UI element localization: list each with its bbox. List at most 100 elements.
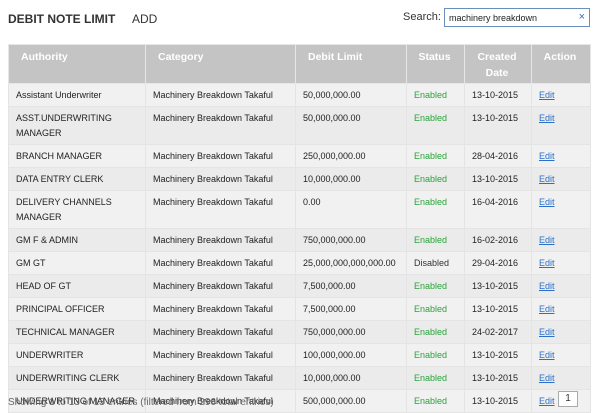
created-date-cell: 13-10-2015: [464, 167, 532, 191]
action-cell: Edit: [531, 274, 591, 298]
category-cell: Machinery Breakdown Takaful: [145, 144, 296, 168]
edit-link[interactable]: Edit: [539, 373, 555, 383]
debit-limit-cell: 7,500,000.00: [295, 274, 407, 298]
column-header-debit-limit[interactable]: Debit Limit: [295, 44, 407, 84]
created-date-cell: 16-02-2016: [464, 228, 532, 252]
created-date-cell: 13-10-2015: [464, 274, 532, 298]
status-cell: Enabled: [406, 106, 465, 145]
created-date-cell: 13-10-2015: [464, 106, 532, 145]
add-button[interactable]: ADD: [132, 12, 157, 26]
authority-cell: UNDERWRITER: [8, 343, 146, 367]
status-cell: Enabled: [406, 167, 465, 191]
table-header-row: Authority Category Debit Limit Status Cr…: [8, 44, 591, 84]
edit-link[interactable]: Edit: [539, 151, 555, 161]
created-date-cell: 29-04-2016: [464, 251, 532, 275]
authority-cell: DELIVERY CHANNELS MANAGER: [8, 190, 146, 229]
category-cell: Machinery Breakdown Takaful: [145, 167, 296, 191]
created-date-cell: 28-04-2016: [464, 144, 532, 168]
action-cell: Edit: [531, 297, 591, 321]
created-date-cell: 13-10-2015: [464, 83, 532, 107]
page-button-1[interactable]: 1: [558, 391, 578, 407]
table-row: DATA ENTRY CLERK Machinery Breakdown Taka…: [8, 167, 591, 191]
category-cell: Machinery Breakdown Takaful: [145, 366, 296, 390]
column-header-status[interactable]: Status: [406, 44, 465, 84]
authority-cell: DATA ENTRY CLERK: [8, 167, 146, 191]
category-cell: Machinery Breakdown Takaful: [145, 251, 296, 275]
edit-link[interactable]: Edit: [539, 327, 555, 337]
debit-limit-cell: 500,000,000.00: [295, 389, 407, 413]
status-cell: Enabled: [406, 190, 465, 229]
table-row: UNDERWRITING CLERK Machinery Breakdown Ta…: [8, 366, 591, 390]
column-header-category[interactable]: Category: [145, 44, 296, 84]
debit-limit-cell: 250,000,000.00: [295, 144, 407, 168]
category-cell: Machinery Breakdown Takaful: [145, 190, 296, 229]
table-row: BRANCH MANAGER Machinery Breakdown Takafu…: [8, 144, 591, 168]
edit-link[interactable]: Edit: [539, 235, 555, 245]
category-cell: Machinery Breakdown Takaful: [145, 320, 296, 344]
created-date-cell: 24-02-2017: [464, 320, 532, 344]
authority-cell: Assistant Underwriter: [8, 83, 146, 107]
column-header-action: Action: [531, 44, 591, 84]
action-cell: Edit: [531, 144, 591, 168]
authority-cell: HEAD OF GT: [8, 274, 146, 298]
debit-limit-cell: 750,000,000.00: [295, 320, 407, 344]
category-cell: Machinery Breakdown Takaful: [145, 106, 296, 145]
status-cell: Enabled: [406, 389, 465, 413]
authority-cell: BRANCH MANAGER: [8, 144, 146, 168]
edit-link[interactable]: Edit: [539, 258, 555, 268]
category-cell: Machinery Breakdown Takaful: [145, 83, 296, 107]
search-label: Search:: [403, 11, 441, 23]
edit-link[interactable]: Edit: [539, 281, 555, 291]
debit-limit-cell: 7,500,000.00: [295, 297, 407, 321]
category-cell: Machinery Breakdown Takaful: [145, 228, 296, 252]
edit-link[interactable]: Edit: [539, 304, 555, 314]
created-date-cell: 13-10-2015: [464, 297, 532, 321]
search-input[interactable]: [445, 9, 571, 26]
table-body: Assistant Underwriter Machinery Breakdown…: [8, 83, 591, 413]
action-cell: Edit: [531, 167, 591, 191]
action-cell: Edit: [531, 106, 591, 145]
authority-cell: GM F & ADMIN: [8, 228, 146, 252]
action-cell: Edit: [531, 83, 591, 107]
search-box[interactable]: ×: [444, 8, 590, 27]
created-date-cell: 13-10-2015: [464, 343, 532, 367]
created-date-cell: 13-10-2015: [464, 366, 532, 390]
authority-cell: UNDERWRITING CLERK: [8, 366, 146, 390]
category-cell: Machinery Breakdown Takaful: [145, 274, 296, 298]
column-header-created-date[interactable]: Created Date: [464, 44, 532, 84]
category-cell: Machinery Breakdown Takaful: [145, 297, 296, 321]
status-cell: Enabled: [406, 83, 465, 107]
edit-link[interactable]: Edit: [539, 396, 555, 406]
debit-limit-cell: 10,000,000.00: [295, 366, 407, 390]
debit-limit-cell: 10,000,000.00: [295, 167, 407, 191]
status-cell: Enabled: [406, 320, 465, 344]
page-title: DEBIT NOTE LIMIT: [8, 12, 116, 26]
created-date-cell: 16-04-2016: [464, 190, 532, 229]
edit-link[interactable]: Edit: [539, 197, 555, 207]
column-header-authority[interactable]: Authority: [8, 44, 146, 84]
edit-link[interactable]: Edit: [539, 350, 555, 360]
table-row: DELIVERY CHANNELS MANAGER Machinery Break…: [8, 190, 591, 229]
debit-limit-cell: 0.00: [295, 190, 407, 229]
table-row: TECHNICAL MANAGER Machinery Breakdown Tak…: [8, 320, 591, 344]
action-cell: Edit: [531, 228, 591, 252]
debit-limit-cell: 25,000,000,000,000.00: [295, 251, 407, 275]
authority-cell: PRINCIPAL OFFICER: [8, 297, 146, 321]
edit-link[interactable]: Edit: [539, 90, 555, 100]
edit-link[interactable]: Edit: [539, 113, 555, 123]
authority-cell: GM GT: [8, 251, 146, 275]
table-row: UNDERWRITER Machinery Breakdown Takaful 10…: [8, 343, 591, 367]
status-cell: Enabled: [406, 274, 465, 298]
top-bar: DEBIT NOTE LIMIT ADD Search: ×: [0, 0, 597, 38]
action-cell: Edit: [531, 190, 591, 229]
debit-limit-table: Authority Category Debit Limit Status Cr…: [8, 44, 591, 413]
debit-limit-cell: 750,000,000.00: [295, 228, 407, 252]
status-cell: Disabled: [406, 251, 465, 275]
edit-link[interactable]: Edit: [539, 174, 555, 184]
action-cell: Edit: [531, 320, 591, 344]
status-cell: Enabled: [406, 228, 465, 252]
action-cell: Edit: [531, 343, 591, 367]
clear-search-icon[interactable]: ×: [579, 11, 585, 24]
table-row: Assistant Underwriter Machinery Breakdown…: [8, 83, 591, 107]
created-date-cell: 13-10-2015: [464, 389, 532, 413]
